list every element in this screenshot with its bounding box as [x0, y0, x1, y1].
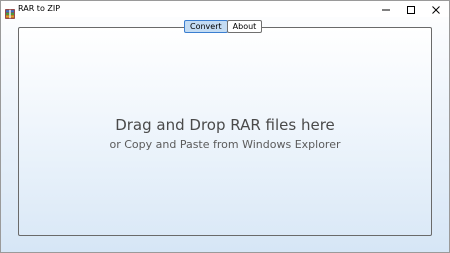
minimize-icon [381, 0, 391, 19]
maximize-button[interactable] [400, 1, 422, 17]
rar-archive-icon [5, 4, 15, 19]
maximize-icon [406, 0, 416, 19]
tab-about[interactable]: About [226, 20, 263, 33]
app-window: RAR to ZIP Drag and Drop RAR files here … [0, 0, 450, 253]
drop-zone-subtext: or Copy and Paste from Windows Explorer [109, 138, 341, 151]
minimize-button[interactable] [375, 1, 397, 17]
drop-zone-headline: Drag and Drop RAR files here [115, 116, 335, 134]
drop-zone[interactable]: Drag and Drop RAR files here or Copy and… [18, 27, 432, 236]
close-icon [431, 0, 441, 19]
title-bar[interactable]: RAR to ZIP [1, 1, 449, 19]
window-title: RAR to ZIP [18, 4, 61, 13]
tab-bar: Convert About [184, 20, 263, 34]
close-button[interactable] [425, 1, 447, 17]
tab-convert[interactable]: Convert [184, 20, 228, 33]
